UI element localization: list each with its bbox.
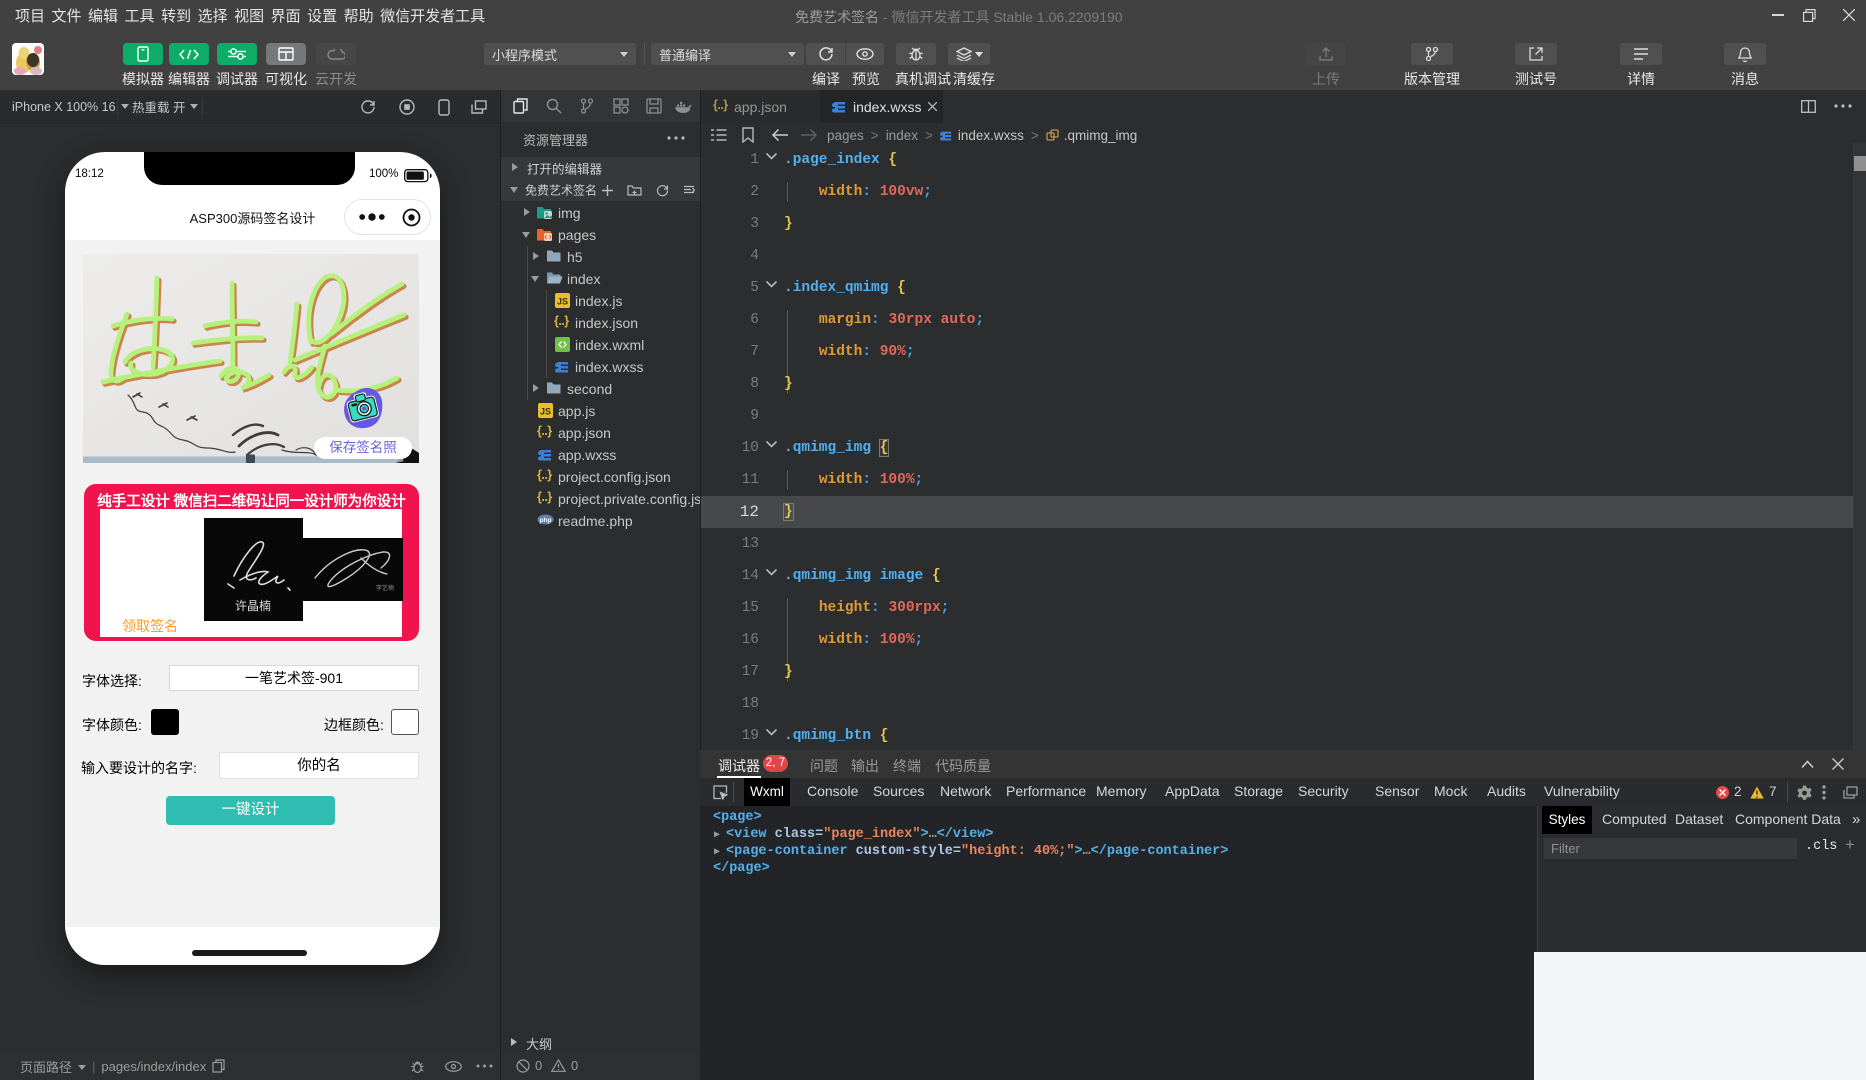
svg-text:JS: JS <box>557 297 568 307</box>
svg-text:许晶楠: 许晶楠 <box>235 598 271 613</box>
svg-text:JS: JS <box>540 407 551 417</box>
svg-text:php: php <box>540 517 552 524</box>
svg-text:李艺楠: 李艺楠 <box>376 584 394 592</box>
